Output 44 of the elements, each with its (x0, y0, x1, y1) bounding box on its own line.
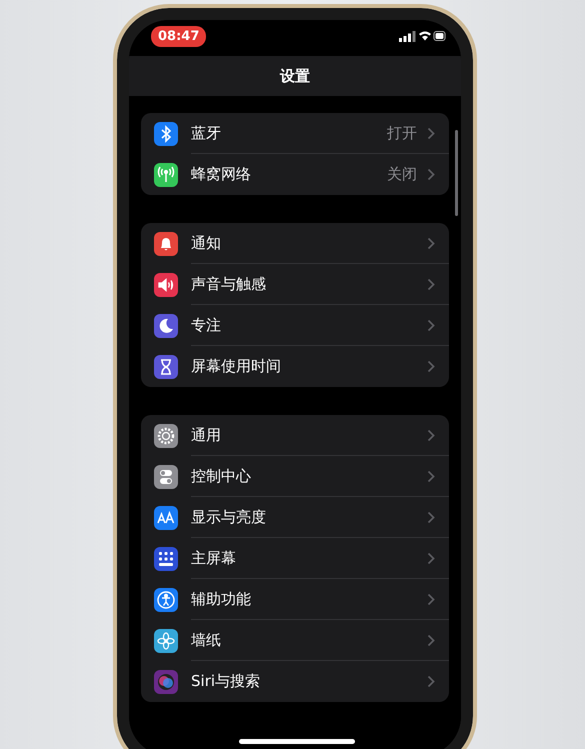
chevron-icon (427, 278, 435, 290)
row-label: 屏幕使用时间 (191, 357, 282, 376)
settings-row[interactable]: 通用 (141, 415, 449, 456)
settings-row[interactable]: 主屏幕 (141, 538, 449, 579)
row-label: 通用 (191, 426, 222, 444)
settings-row[interactable]: 辅助功能 (141, 579, 449, 620)
chevron-icon (427, 318, 435, 332)
status-time: 08:47 (151, 26, 206, 46)
chevron-icon (427, 592, 435, 606)
settings-row[interactable]: 声音与触感 (141, 264, 449, 305)
settings-row[interactable]: 通知 (141, 223, 449, 264)
row-label: 蜂窝网络 (191, 165, 252, 184)
settings-row[interactable]: 专注 (141, 305, 449, 346)
row-label: 专注 (191, 316, 222, 334)
settings-row[interactable]: 蓝牙 打开 (141, 113, 449, 154)
row-label: 控制中心 (191, 466, 252, 486)
settings-row[interactable]: 控制中心 (141, 456, 449, 497)
chevron-icon (427, 168, 435, 181)
chevron-icon (427, 675, 435, 688)
settings-row[interactable]: 显示与亮度 (141, 497, 449, 538)
row-label: 显示与亮度 (191, 508, 267, 526)
chevron-icon (427, 236, 435, 250)
chevron-icon (427, 552, 435, 564)
screen-title: 设置 (280, 66, 310, 86)
row-label: 主屏幕 (191, 548, 237, 568)
row-value: 关闭 (387, 165, 417, 184)
chevron-icon (427, 126, 435, 140)
row-value: 打开 (387, 124, 417, 142)
chevron-icon (427, 470, 435, 482)
settings-row[interactable]: 墙纸 (141, 620, 449, 661)
row-label: 墙纸 (191, 630, 222, 650)
row-label: 辅助功能 (191, 590, 252, 608)
settings-row[interactable]: Siri与搜索 (141, 661, 449, 702)
row-label: 声音与触感 (191, 274, 267, 294)
settings-row[interactable]: 屏幕使用时间 (141, 346, 449, 387)
row-label: 蓝牙 (191, 124, 222, 142)
chevron-icon (427, 510, 435, 524)
status-icons (399, 30, 447, 42)
chevron-icon (427, 360, 435, 373)
chevron-icon (427, 634, 435, 646)
chevron-icon (427, 428, 435, 442)
row-label: 通知 (191, 234, 222, 252)
row-label: Siri与搜索 (191, 672, 262, 691)
settings-row[interactable]: 蜂窝网络 关闭 (141, 154, 449, 195)
